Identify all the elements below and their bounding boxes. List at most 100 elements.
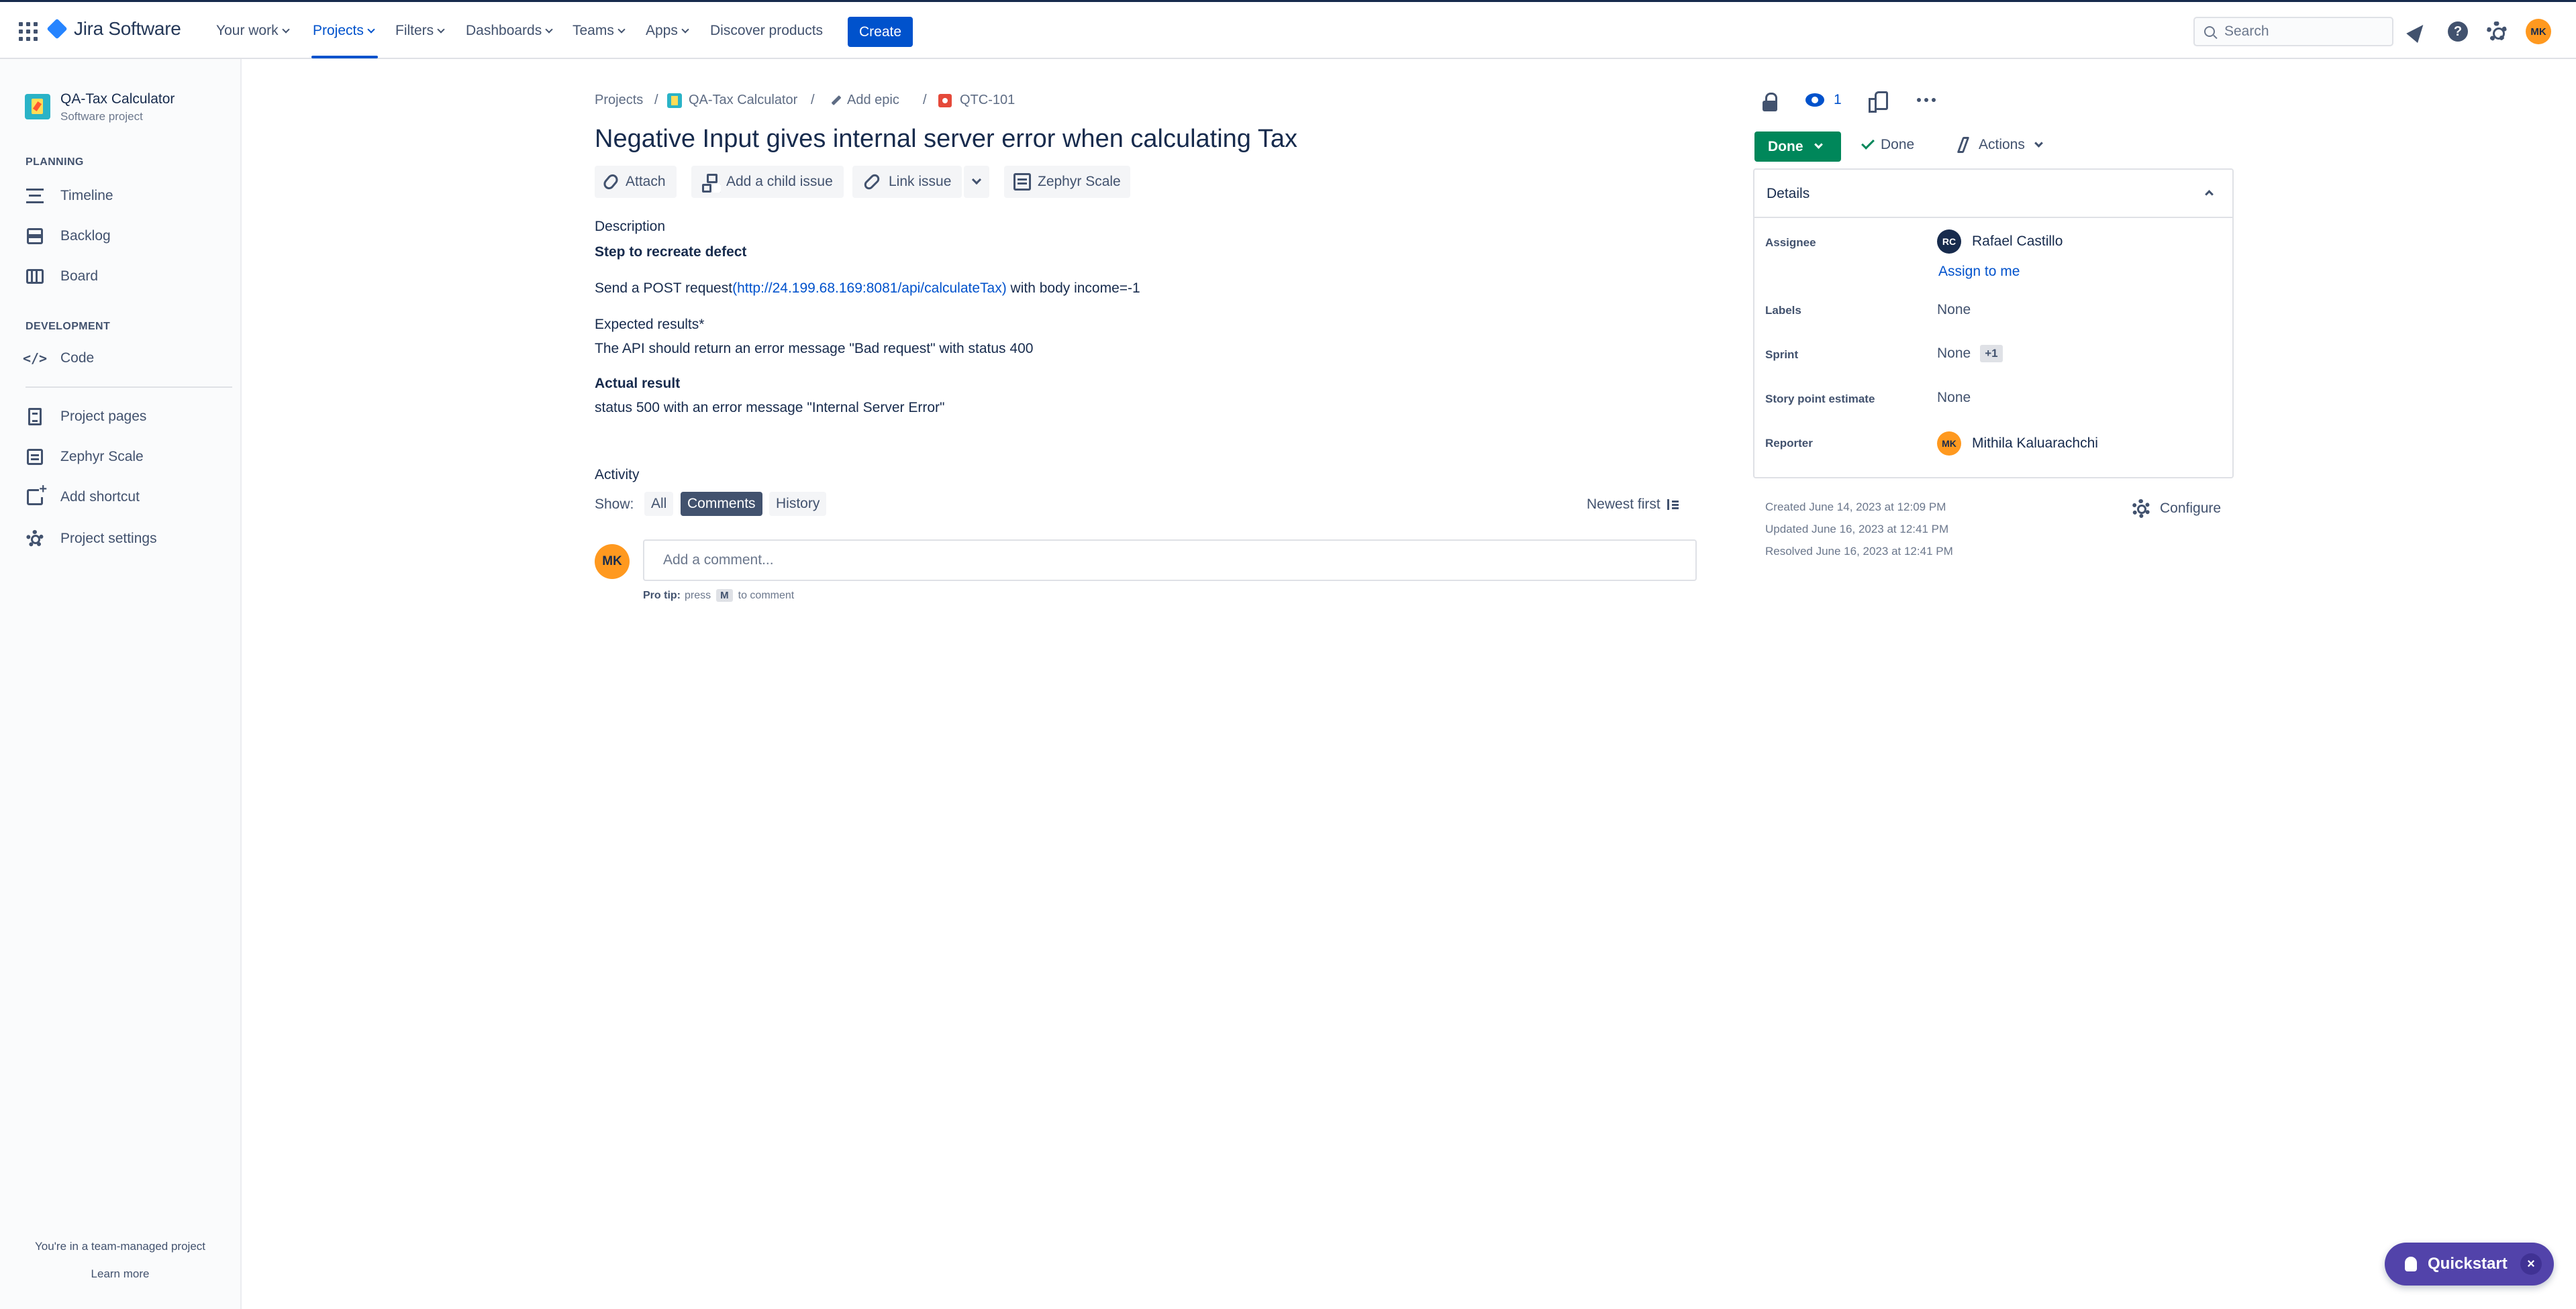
protip-press: press (685, 589, 711, 601)
close-icon[interactable]: × (2520, 1253, 2542, 1275)
link-icon (862, 172, 882, 192)
nav-discover-products[interactable]: Discover products (710, 23, 823, 39)
actual-heading: Actual result (595, 376, 681, 391)
sidebar-item-backlog[interactable]: Backlog (26, 223, 111, 250)
sidebar-item-board[interactable]: Board (26, 263, 98, 290)
reporter-value[interactable]: MK Mithila Kaluarachchi (1937, 431, 2098, 456)
lock-icon[interactable] (1763, 93, 1779, 111)
project-avatar-icon[interactable] (25, 94, 50, 119)
attach-button[interactable]: Attach (595, 166, 677, 198)
app-switcher-icon[interactable] (19, 22, 38, 41)
lightning-icon (1956, 137, 1970, 153)
sprint-none: None (1937, 346, 1971, 361)
breadcrumb-add-epic[interactable]: Add epic (831, 93, 899, 108)
quickstart-button[interactable]: Quickstart × (2385, 1243, 2554, 1286)
add-shortcut-icon (26, 482, 47, 507)
actions-label: Actions (1979, 137, 2025, 152)
sidebar-item-label: Board (60, 268, 99, 284)
breadcrumb-projects[interactable]: Projects (595, 93, 643, 108)
nav-apps[interactable]: Apps (646, 23, 689, 39)
timeline-icon (26, 187, 44, 205)
settings-icon (26, 529, 44, 548)
issue-key-label: QTC-101 (960, 93, 1015, 107)
comment-input[interactable]: Add a comment... (643, 539, 1697, 581)
bug-icon (938, 93, 952, 107)
chevron-down-icon (2034, 138, 2043, 148)
chevron-down-icon (681, 25, 689, 34)
notifications-icon[interactable] (2406, 19, 2429, 44)
sidebar-item-project-pages[interactable]: Project pages (26, 403, 146, 430)
help-icon[interactable]: ? (2446, 20, 2469, 43)
sprint-value[interactable]: None +1 (1937, 345, 2003, 362)
reporter-label: Reporter (1765, 437, 1813, 450)
user-avatar[interactable]: MK (2526, 19, 2551, 44)
protip-label: Pro tip: (643, 589, 681, 601)
page-icon (26, 407, 44, 426)
nav-filters[interactable]: Filters (395, 23, 445, 39)
labels-value[interactable]: None (1937, 302, 1971, 318)
sort-newest-first[interactable]: Newest first (1587, 496, 1679, 513)
sidebar-item-add-shortcut[interactable]: Add shortcut (26, 482, 140, 511)
story-points-value[interactable]: None (1937, 390, 1971, 406)
learn-more-link[interactable]: Learn more (0, 1267, 240, 1281)
watch-button[interactable]: 1 (1805, 92, 1842, 108)
filter-comments[interactable]: Comments (681, 492, 762, 516)
step-text: Send a POST request(http://24.199.68.169… (595, 280, 1140, 297)
filter-history[interactable]: History (769, 492, 827, 516)
sidebar-item-label: Timeline (60, 188, 113, 203)
breadcrumb-separator: / (923, 93, 927, 107)
chevron-down-icon (545, 25, 553, 34)
nav-dashboards[interactable]: Dashboards (466, 23, 553, 39)
more-actions-dropdown[interactable] (964, 166, 989, 198)
zephyr-label: Zephyr Scale (1038, 174, 1121, 189)
link-issue-button[interactable]: Link issue (852, 166, 962, 198)
add-child-issue-button[interactable]: Add a child issue (691, 166, 844, 198)
project-name[interactable]: QA-Tax Calculator (60, 91, 175, 107)
more-options-icon[interactable] (1917, 98, 1921, 102)
sort-label: Newest first (1587, 496, 1661, 512)
labels-label: Labels (1765, 304, 1801, 317)
breadcrumb-project[interactable]: QA-Tax Calculator (667, 93, 797, 108)
show-label: Show: (595, 496, 634, 512)
thumbs-up-icon[interactable] (1869, 90, 1888, 113)
sidebar-item-zephyr-scale[interactable]: Zephyr Scale (26, 443, 144, 470)
filter-all[interactable]: All (644, 492, 674, 516)
api-url-link[interactable]: (http://24.199.68.169:8081/api/calculate… (732, 280, 1007, 296)
notification-shape (2406, 19, 2429, 44)
eye-icon (1805, 93, 1824, 107)
search-input[interactable]: Search (2193, 17, 2393, 46)
configure-button[interactable]: Configure (2132, 499, 2221, 518)
sidebar-item-timeline[interactable]: Timeline (26, 182, 113, 209)
status-dropdown-button[interactable]: Done (1754, 132, 1841, 162)
assignee-label: Assignee (1765, 236, 1816, 249)
nav-dashboards-label: Dashboards (466, 23, 542, 38)
actions-button[interactable]: Actions (1956, 137, 2043, 153)
breadcrumb-issue-key[interactable]: QTC-101 (938, 93, 1015, 108)
sidebar-item-project-settings[interactable]: Project settings (26, 525, 157, 552)
nav-your-work[interactable]: Your work (216, 23, 290, 39)
assignee-name: Rafael Castillo (1972, 233, 2063, 249)
sidebar-item-label: Zephyr Scale (60, 449, 144, 464)
zephyr-scale-button[interactable]: Zephyr Scale (1004, 166, 1130, 198)
chevron-up-icon[interactable] (2205, 190, 2214, 199)
sidebar-item-code[interactable]: </> Code (23, 345, 94, 372)
protip-suffix: to comment (738, 589, 795, 601)
settings-gear-icon[interactable] (2485, 20, 2508, 43)
updated-date: Updated June 16, 2023 at 12:41 PM (1765, 523, 1949, 535)
nav-projects[interactable]: Projects (313, 23, 375, 39)
nav-apps-label: Apps (646, 23, 678, 38)
board-icon (26, 267, 44, 286)
create-button[interactable]: Create (848, 17, 913, 47)
assign-to-me-link[interactable]: Assign to me (1938, 264, 2020, 280)
sprint-label: Sprint (1765, 348, 1799, 361)
issue-title[interactable]: Negative Input gives internal server err… (595, 125, 1297, 154)
chevron-down-icon (1814, 140, 1823, 149)
assignee-value[interactable]: RC Rafael Castillo (1937, 229, 2063, 254)
configure-label: Configure (2160, 501, 2222, 516)
sidebar-divider (26, 386, 232, 388)
step-prefix: Send a POST request (595, 280, 733, 296)
details-header[interactable]: Details (1754, 170, 2232, 218)
nav-teams[interactable]: Teams (573, 23, 626, 39)
search-placeholder: Search (2224, 23, 2269, 39)
jira-logo[interactable]: Jira Software (46, 18, 181, 40)
